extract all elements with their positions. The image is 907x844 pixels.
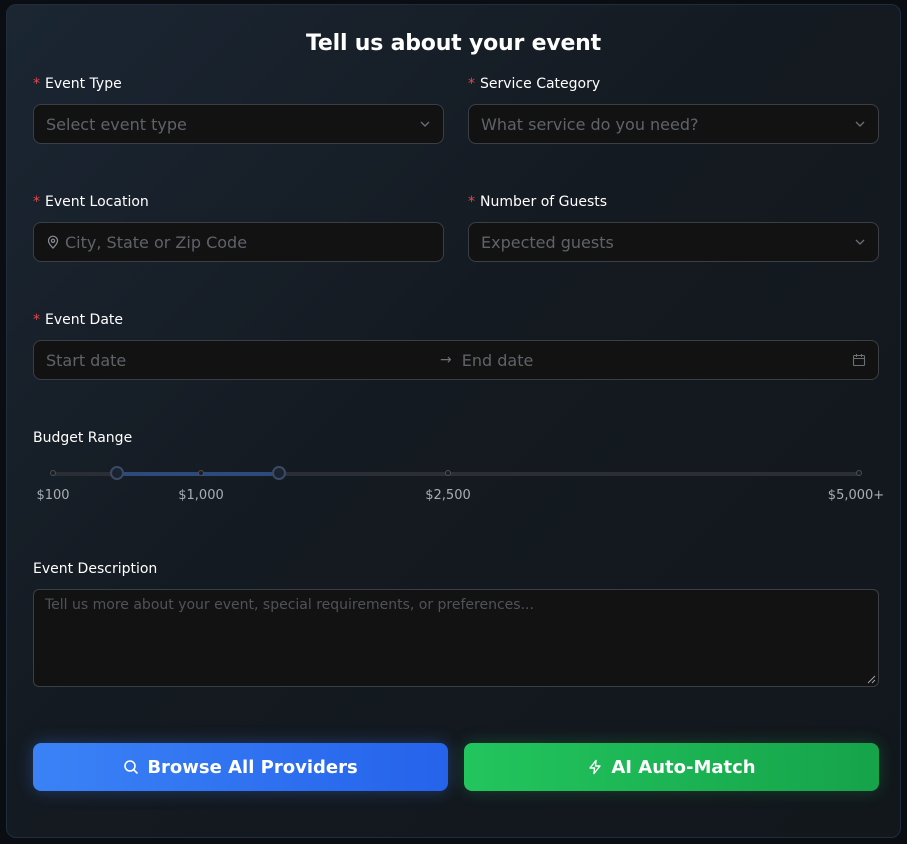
event-type-select[interactable]: Select event type (33, 104, 444, 144)
event-location-label-text: Event Location (45, 194, 149, 210)
event-description-textarea[interactable]: Tell us more about your event, special r… (33, 589, 879, 687)
lightning-icon (589, 759, 602, 775)
service-category-placeholder: What service do you need? (481, 114, 699, 134)
budget-mark-label: $5,000+ (827, 488, 885, 503)
event-location-label: * Event Location (33, 194, 149, 210)
budget-min-handle[interactable] (110, 466, 125, 480)
required-mark: * (33, 312, 40, 328)
chevron-down-icon (855, 121, 865, 127)
resize-handle-icon[interactable] (867, 675, 876, 684)
form-title: Tell us about your event (306, 31, 601, 56)
map-pin-icon (47, 235, 59, 249)
required-mark: * (33, 76, 40, 92)
event-description-placeholder: Tell us more about your event, special r… (45, 597, 534, 613)
service-category-select[interactable]: What service do you need? (468, 104, 879, 144)
end-date-input[interactable]: End date (462, 351, 852, 370)
ai-auto-match-label: AI Auto-Match (611, 756, 756, 778)
start-date-input[interactable]: Start date (46, 351, 440, 370)
budget-mark-label: $2,500 (425, 488, 471, 503)
event-location-placeholder: City, State or Zip Code (65, 232, 248, 252)
event-description-label: Event Description (33, 561, 158, 577)
required-mark: * (33, 194, 40, 210)
browse-all-providers-label: Browse All Providers (147, 756, 358, 778)
required-mark: * (468, 76, 475, 92)
budget-max-handle[interactable] (271, 466, 286, 480)
event-date-range-picker[interactable]: Start date → End date (33, 340, 879, 380)
service-category-label-text: Service Category (480, 76, 601, 92)
chevron-down-icon (420, 121, 430, 127)
search-icon (124, 760, 139, 774)
chevron-down-icon (855, 239, 865, 245)
event-type-label: * Event Type (33, 76, 122, 92)
number-of-guests-label-text: Number of Guests (480, 194, 608, 210)
slider-mark-dot (444, 470, 451, 476)
event-type-label-text: Event Type (45, 76, 122, 92)
number-of-guests-select[interactable]: Expected guests (468, 222, 879, 262)
slider-mark-dot (50, 470, 56, 476)
event-type-placeholder: Select event type (46, 114, 187, 134)
service-category-label: * Service Category (468, 76, 600, 92)
browse-all-providers-button[interactable]: Browse All Providers (33, 743, 448, 791)
budget-mark-label: $100 (36, 488, 70, 503)
event-location-input[interactable]: City, State or Zip Code (33, 222, 444, 262)
event-form-card: Tell us about your event * Event Type Sel… (6, 4, 901, 838)
slider-mark-dot (856, 470, 862, 476)
calendar-icon (852, 354, 866, 367)
event-date-label: * Event Date (33, 312, 123, 328)
number-of-guests-label: * Number of Guests (468, 194, 607, 210)
number-of-guests-placeholder: Expected guests (481, 232, 614, 252)
event-date-label-text: Event Date (45, 312, 124, 328)
required-mark: * (468, 194, 475, 210)
budget-range-slider[interactable] (50, 466, 862, 480)
date-range-arrow: → (440, 352, 452, 368)
budget-mark-label: $1,000 (178, 488, 224, 503)
budget-range-label: Budget Range (33, 430, 133, 446)
ai-auto-match-button[interactable]: AI Auto-Match (464, 743, 879, 791)
